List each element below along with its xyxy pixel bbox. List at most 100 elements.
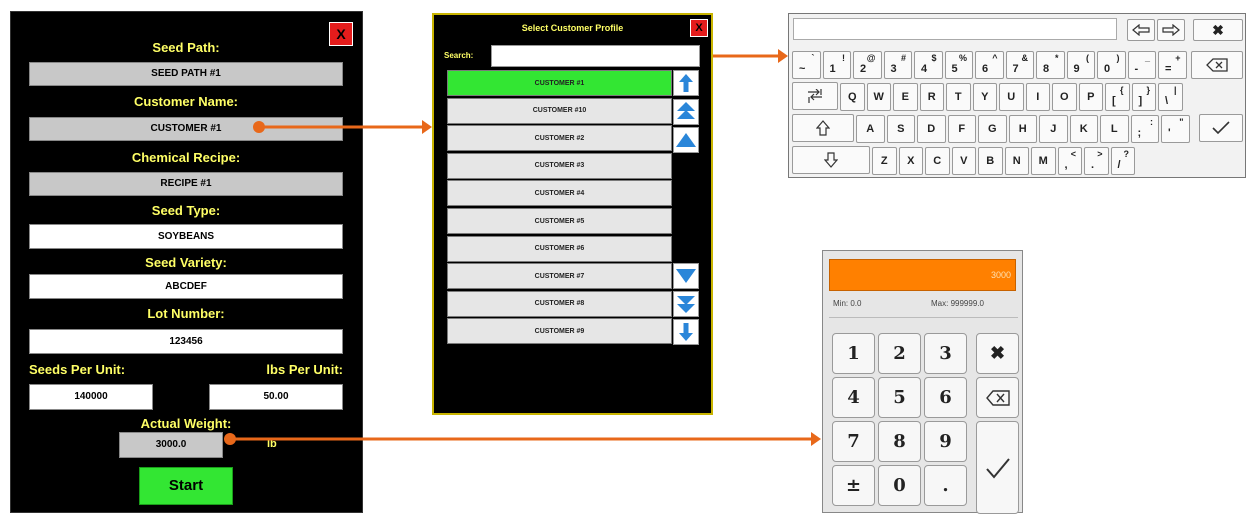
numpad-key[interactable]: 9 xyxy=(924,421,967,462)
dialog-close-button[interactable]: X xyxy=(690,19,708,37)
scroll-up-one-button[interactable] xyxy=(673,70,699,96)
tab-key[interactable] xyxy=(792,82,838,110)
customer-list-item[interactable]: CUSTOMER #3 xyxy=(447,152,672,179)
caps-key[interactable] xyxy=(792,114,854,142)
cursor-left-key[interactable] xyxy=(1127,19,1155,41)
keyboard-key[interactable]: [{ xyxy=(1105,83,1130,111)
key-primary-char: 7 xyxy=(1012,63,1019,75)
keyboard-key[interactable]: W xyxy=(866,83,891,111)
keyboard-key[interactable]: T xyxy=(946,83,971,111)
numpad-key[interactable]: 0 xyxy=(878,465,921,506)
numpad-key[interactable]: 3 xyxy=(924,333,967,374)
numpad-key[interactable]: . xyxy=(924,465,967,506)
keyboard-key[interactable]: 4 $ xyxy=(914,51,943,79)
numpad-key[interactable]: 6 xyxy=(924,377,967,418)
keyboard-key[interactable]: N xyxy=(1004,147,1029,175)
keyboard-key[interactable]: H xyxy=(1008,115,1037,143)
keyboard-key[interactable]: B xyxy=(978,147,1003,175)
keyboard-key[interactable]: ;: xyxy=(1130,115,1159,143)
shift-key[interactable] xyxy=(792,146,870,174)
keyboard-key[interactable]: 5% xyxy=(944,51,973,79)
keyboard-key[interactable]: U xyxy=(999,83,1024,111)
numpad-clear-key[interactable]: ✖ xyxy=(976,333,1019,374)
keyboard-key[interactable]: A xyxy=(856,115,885,143)
key-primary-char: \ xyxy=(1165,95,1169,107)
key-primary-char: 4 xyxy=(921,63,928,75)
keyboard-key[interactable]: ' " xyxy=(1161,115,1190,143)
keyboard-key[interactable]: C xyxy=(925,147,950,175)
customer-list-item[interactable]: CUSTOMER #5 xyxy=(447,208,672,234)
keyboard-key[interactable]: X xyxy=(898,147,923,175)
keyboard-key[interactable]: - _ xyxy=(1127,51,1156,79)
keyboard-key[interactable]: G xyxy=(978,115,1007,143)
keyboard-key[interactable]: 9( xyxy=(1066,51,1095,79)
numpad-key[interactable]: 1 xyxy=(832,333,875,374)
numpad-key[interactable]: 8 xyxy=(878,421,921,462)
keyboard-key[interactable]: , < xyxy=(1057,147,1082,175)
keyboard-key[interactable]: O xyxy=(1052,83,1077,111)
scroll-down-page-button[interactable] xyxy=(673,291,699,317)
keyboard-key[interactable]: ]} xyxy=(1131,83,1156,111)
keyboard-key[interactable]: S xyxy=(886,115,915,143)
keyboard-key[interactable]: = + xyxy=(1158,51,1187,79)
backspace-icon xyxy=(985,389,1010,406)
keyboard-key[interactable]: Z xyxy=(872,147,897,175)
customer-list-item[interactable]: CUSTOMER #1 xyxy=(447,70,672,96)
keyboard-key[interactable]: L xyxy=(1100,115,1129,143)
scroll-up-page-button[interactable] xyxy=(673,99,699,125)
keyboard-key[interactable]: M xyxy=(1031,147,1056,175)
keyboard-key[interactable]: F xyxy=(947,115,976,143)
numpad-key[interactable]: 4 xyxy=(832,377,875,418)
customer-list-item[interactable]: CUSTOMER #7 xyxy=(447,263,672,290)
keyboard-key[interactable]: 7 & xyxy=(1005,51,1034,79)
customer-list-item[interactable]: CUSTOMER #4 xyxy=(447,180,672,207)
numpad-key[interactable]: 7 xyxy=(832,421,875,462)
keyboard-key[interactable]: J xyxy=(1039,115,1068,143)
keyboard-key[interactable]: V xyxy=(951,147,976,175)
min-label: Min: xyxy=(833,299,849,308)
scroll-top-button[interactable] xyxy=(673,127,699,153)
customer-list-item[interactable]: CUSTOMER #10 xyxy=(447,97,672,124)
customer-list-item[interactable]: CUSTOMER #8 xyxy=(447,290,672,317)
keyboard-key[interactable]: E xyxy=(893,83,918,111)
search-input[interactable] xyxy=(491,45,700,67)
keyboard-key[interactable]: . > xyxy=(1084,147,1109,175)
numpad-backspace-key[interactable] xyxy=(976,377,1019,418)
scroll-bottom-button[interactable] xyxy=(673,263,699,289)
keyboard-key[interactable]: 8 * xyxy=(1036,51,1065,79)
keyboard-key[interactable]: D xyxy=(917,115,946,143)
keyboard-key[interactable]: \ | xyxy=(1158,83,1183,111)
scroll-down-one-button[interactable] xyxy=(673,319,699,345)
arrow-up-icon xyxy=(679,74,693,92)
keyboard-key[interactable]: Q xyxy=(840,83,865,111)
keyboard-key[interactable]: P xyxy=(1078,83,1103,111)
enter-key[interactable] xyxy=(1199,114,1243,142)
key-shift-char: ! xyxy=(842,53,845,63)
numpad-key[interactable]: ± xyxy=(832,465,875,506)
keyboard-input[interactable] xyxy=(793,18,1117,40)
keyboard-key[interactable]: K xyxy=(1069,115,1098,143)
customer-list-item[interactable]: CUSTOMER #6 xyxy=(447,235,672,262)
key-shift-char: ^ xyxy=(992,53,998,63)
customer-list-item[interactable]: CUSTOMER #9 xyxy=(447,318,672,345)
key-shift-char: & xyxy=(1021,53,1029,63)
backspace-key[interactable] xyxy=(1191,51,1243,79)
cursor-right-key[interactable] xyxy=(1157,19,1185,41)
keyboard-key[interactable]: Y xyxy=(972,83,997,111)
keyboard-key[interactable]: 3 # xyxy=(883,51,912,79)
backspace-icon xyxy=(1206,58,1228,72)
keyboard-key[interactable]: /? xyxy=(1110,147,1135,175)
keyboard-key[interactable]: I xyxy=(1025,83,1050,111)
keyboard-key[interactable]: 0) xyxy=(1097,51,1126,79)
keyboard-close-key[interactable]: ✖ xyxy=(1193,19,1243,41)
numpad-key[interactable]: 5 xyxy=(878,377,921,418)
keyboard-key[interactable]: 6 ^ xyxy=(975,51,1004,79)
customer-list-item[interactable]: CUSTOMER #2 xyxy=(447,125,672,152)
key-shift-char: % xyxy=(958,53,967,63)
keyboard-key[interactable]: ~ ` xyxy=(792,51,821,79)
keyboard-key[interactable]: R xyxy=(919,83,944,111)
keyboard-key[interactable]: 1! xyxy=(822,51,851,79)
numpad-enter-key[interactable] xyxy=(976,421,1019,514)
keyboard-key[interactable]: 2 @ xyxy=(853,51,882,79)
numpad-key[interactable]: 2 xyxy=(878,333,921,374)
